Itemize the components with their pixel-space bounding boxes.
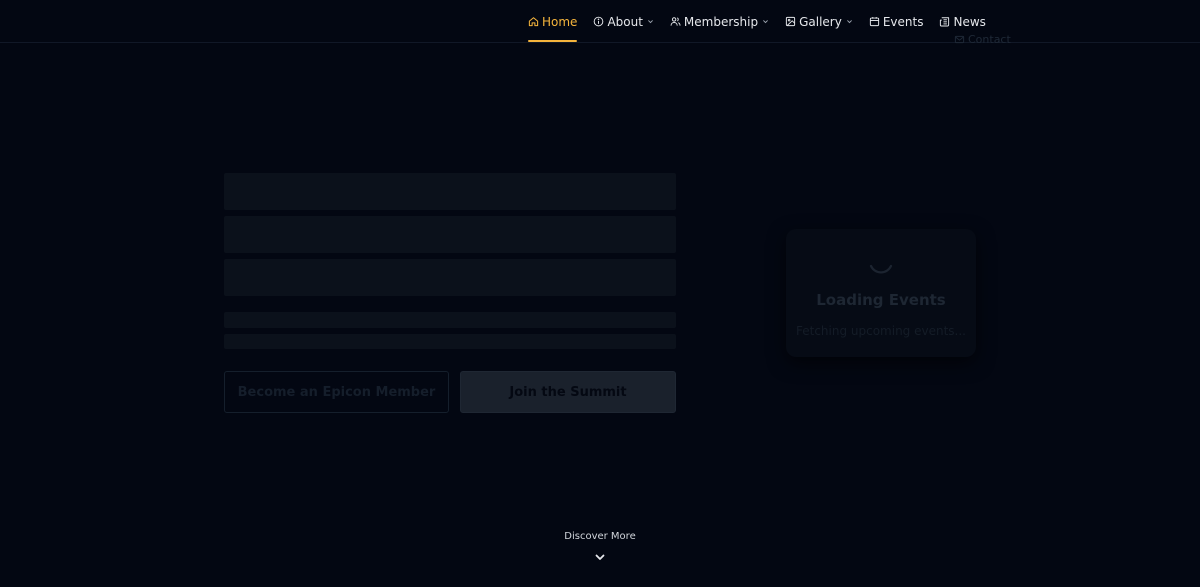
nav-item-home[interactable]: Home [528, 11, 578, 42]
calendar-icon [869, 16, 880, 27]
nav-label-home: Home [542, 14, 578, 29]
mail-icon [954, 34, 965, 45]
users-icon [670, 16, 681, 27]
nav-label-news: News [953, 14, 986, 29]
nav-label-membership: Membership [683, 14, 759, 29]
top-navbar: Home About Membership Gallery Events New… [0, 0, 1200, 46]
loading-spinner-icon [864, 243, 898, 277]
nav-list: Home About Membership Gallery Events New… [528, 0, 1002, 43]
nav-item-membership[interactable]: Membership [670, 11, 769, 33]
home-icon [528, 16, 539, 27]
info-icon [593, 16, 604, 27]
newspaper-icon [939, 16, 950, 27]
nav-item-about[interactable]: About [593, 11, 653, 33]
loading-events-title: Loading Events [816, 291, 946, 309]
chevron-down-icon [846, 18, 853, 25]
chevron-down-icon [762, 18, 769, 25]
nav-label-about: About [607, 14, 643, 29]
discover-more-link[interactable]: Discover More [500, 531, 700, 542]
events-loading-card: Loading Events Fetching upcoming events.… [786, 229, 976, 357]
join-summit-button[interactable]: Join the Summit [460, 371, 676, 413]
nav-item-news[interactable]: News [939, 11, 986, 33]
skeleton-text-line [224, 312, 676, 328]
image-icon [785, 16, 796, 27]
skeleton-heading-line [224, 259, 676, 296]
nav-item-gallery[interactable]: Gallery [785, 11, 853, 33]
skeleton-heading-line [224, 173, 676, 210]
nav-label-events: Events [882, 14, 924, 29]
become-member-button[interactable]: Become an Epicon Member [224, 371, 449, 413]
nav-item-contact[interactable]: Contact [954, 33, 1011, 46]
nav-label-contact: Contact [968, 33, 1011, 46]
skeleton-text-line [224, 334, 676, 349]
loading-events-subtitle: Fetching upcoming events... [795, 324, 966, 338]
skeleton-heading-line [224, 216, 676, 253]
chevron-down-icon[interactable] [594, 551, 606, 563]
chevron-down-icon [647, 18, 654, 25]
nav-item-events[interactable]: Events [869, 11, 924, 33]
nav-label-gallery: Gallery [799, 14, 842, 29]
